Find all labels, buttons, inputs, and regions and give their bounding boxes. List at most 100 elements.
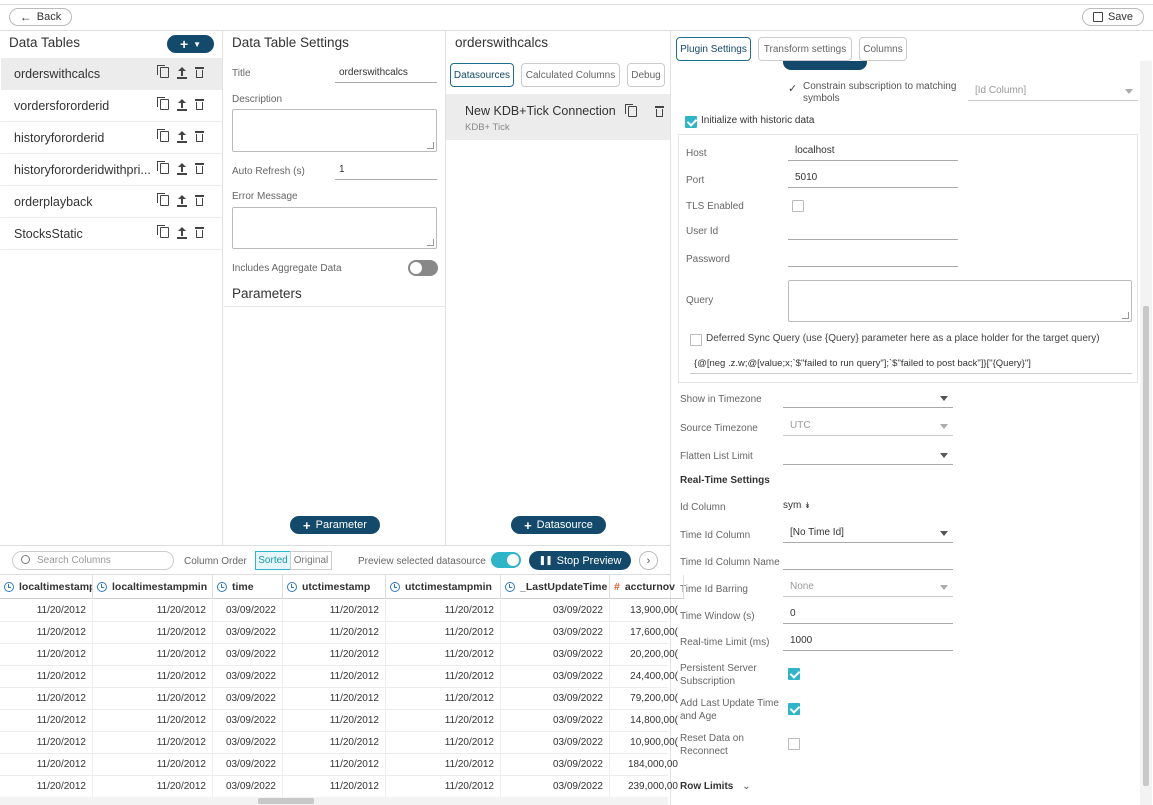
id-column-select[interactable]: sym ↡ — [783, 500, 811, 511]
host-input[interactable]: localhost — [788, 143, 958, 161]
save-button[interactable]: Save — [1082, 8, 1144, 26]
time-id-barring-dropdown[interactable]: None — [783, 579, 953, 597]
copy-icon[interactable] — [157, 193, 169, 206]
add-last-checkbox[interactable] — [788, 703, 800, 715]
data-table-item[interactable]: historyfororderidwithpri... — [1, 154, 222, 186]
table-row[interactable]: 11/20/2012 11/20/2012 03/09/2022 11/20/2012… — [0, 666, 678, 688]
add-parameter-button[interactable]: + Parameter — [290, 516, 380, 534]
upload-icon[interactable] — [177, 227, 187, 239]
table-row[interactable]: 11/20/2012 11/20/2012 03/09/2022 11/20/2012… — [0, 644, 678, 666]
rt-limit-input[interactable]: 1000 — [783, 633, 953, 651]
datasource-item[interactable]: New KDB+Tick Connection KDB+ Tick — [446, 94, 670, 140]
plugin-scrollbar-thumb[interactable] — [1143, 306, 1149, 786]
upload-icon[interactable] — [177, 195, 187, 207]
source-tz-value: UTC — [790, 420, 811, 431]
data-table-item[interactable]: StocksStatic — [1, 218, 222, 250]
upload-icon[interactable] — [177, 163, 187, 175]
sorted-toggle[interactable]: Sorted — [255, 551, 291, 570]
table-row[interactable]: 11/20/2012 11/20/2012 03/09/2022 11/20/2012… — [0, 688, 678, 710]
trash-icon[interactable] — [195, 163, 204, 174]
add-table-button[interactable]: + ▼ — [167, 35, 214, 53]
table-row[interactable]: 11/20/2012 11/20/2012 03/09/2022 11/20/2012… — [0, 776, 678, 798]
tls-checkbox[interactable] — [792, 200, 804, 212]
original-toggle[interactable]: Original — [290, 551, 332, 570]
tab-calculated-columns[interactable]: Calculated Columns — [521, 63, 620, 87]
deferred-checkbox[interactable] — [690, 334, 702, 346]
show-tz-dropdown[interactable] — [783, 390, 953, 408]
column-header[interactable]: # accturnov — [610, 575, 684, 599]
table-cell: 11/20/2012 — [0, 754, 93, 776]
copy-icon[interactable] — [157, 129, 169, 142]
table-row[interactable]: 11/20/2012 11/20/2012 03/09/2022 11/20/2012… — [0, 732, 678, 754]
trash-icon[interactable] — [655, 106, 665, 117]
reset-checkbox[interactable] — [788, 738, 800, 750]
search-columns[interactable]: Search Columns — [12, 551, 174, 570]
time-id-dropdown[interactable]: [No Time Id] — [783, 525, 953, 543]
persistent-checkbox[interactable] — [788, 668, 800, 680]
title-input[interactable]: orderswithcalcs — [335, 65, 437, 83]
back-button[interactable]: ← Back — [9, 8, 72, 26]
source-tz-dropdown[interactable]: UTC — [783, 418, 953, 436]
copy-icon[interactable] — [625, 104, 637, 117]
column-header[interactable]: localtimestampmin — [93, 575, 213, 599]
table-row[interactable]: 11/20/2012 11/20/2012 03/09/2022 11/20/2012… — [0, 622, 678, 644]
plugin-scrollbar[interactable] — [1140, 61, 1152, 805]
trash-icon[interactable] — [195, 227, 204, 238]
grid-h-scrollbar[interactable] — [0, 797, 668, 805]
copy-icon[interactable] — [157, 65, 169, 78]
query-textarea[interactable] — [788, 280, 1132, 322]
flatten-dropdown[interactable] — [783, 447, 953, 465]
init-historic-checkbox[interactable] — [685, 116, 697, 128]
tab-columns[interactable]: Columns — [859, 37, 907, 61]
time-id-name-input[interactable] — [783, 552, 953, 570]
tab-transform-settings[interactable]: Transform settings — [758, 37, 852, 61]
password-input[interactable] — [788, 249, 958, 267]
persistent-label: Persistent Server Subscription — [680, 662, 757, 688]
column-header[interactable]: utctimestampmin — [386, 575, 501, 599]
grid-h-scrollbar-thumb[interactable] — [258, 798, 314, 804]
table-row[interactable]: 11/20/2012 11/20/2012 03/09/2022 11/20/2012… — [0, 600, 678, 622]
table-row[interactable]: 11/20/2012 11/20/2012 03/09/2022 11/20/2012… — [0, 710, 678, 732]
copy-icon[interactable] — [157, 161, 169, 174]
constrain-checkbox[interactable]: ✓ — [788, 82, 797, 95]
next-button[interactable]: › — [639, 551, 658, 570]
upload-icon[interactable] — [177, 67, 187, 79]
auto-refresh-input[interactable]: 1 — [335, 162, 437, 180]
table-row[interactable]: 11/20/2012 11/20/2012 03/09/2022 11/20/2012… — [0, 754, 678, 776]
tab-datasources[interactable]: Datasources — [450, 63, 514, 87]
stop-preview-button[interactable]: ❚❚ Stop Preview — [529, 551, 631, 570]
error-message-textarea[interactable] — [232, 207, 437, 249]
upload-icon[interactable] — [177, 131, 187, 143]
table-cell: 11/20/2012 — [93, 732, 213, 754]
data-table-item[interactable]: orderswithcalcs — [1, 58, 222, 90]
trash-icon[interactable] — [195, 67, 204, 78]
column-header[interactable]: localtimestamp — [0, 575, 93, 599]
upload-icon[interactable] — [177, 99, 187, 111]
preview-toggle[interactable] — [491, 552, 521, 568]
column-header[interactable]: utctimestamp — [283, 575, 386, 599]
tab-plugin-settings[interactable]: Plugin Settings — [676, 37, 751, 61]
description-label: Description — [232, 94, 283, 105]
row-limits-toggle[interactable]: Row Limits ⌄ — [680, 781, 751, 792]
userid-input[interactable] — [788, 222, 958, 240]
add-datasource-button[interactable]: + Datasource — [511, 516, 606, 534]
deferred-input[interactable]: {@[neg .z.w;@[value;x;`$"failed to run q… — [690, 356, 1132, 374]
copy-icon[interactable] — [157, 97, 169, 110]
data-table-item[interactable]: vordersfororderid — [1, 90, 222, 122]
column-header[interactable]: time — [213, 575, 283, 599]
settings-title: Data Table Settings — [232, 35, 349, 50]
data-table-item[interactable]: historyfororderid — [1, 122, 222, 154]
data-table-item[interactable]: orderplayback — [1, 186, 222, 218]
copy-icon[interactable] — [157, 225, 169, 238]
description-textarea[interactable] — [232, 109, 437, 152]
trash-icon[interactable] — [195, 99, 204, 110]
trash-icon[interactable] — [195, 195, 204, 206]
partial-button[interactable] — [783, 61, 867, 70]
constrain-dropdown[interactable]: [Id Column] — [968, 83, 1138, 101]
time-window-input[interactable]: 0 — [783, 606, 953, 624]
aggregate-toggle[interactable] — [408, 260, 438, 276]
port-input[interactable]: 5010 — [788, 170, 958, 188]
trash-icon[interactable] — [195, 131, 204, 142]
column-header[interactable]: _LastUpdateTime — [501, 575, 610, 599]
tab-debug[interactable]: Debug — [627, 63, 665, 87]
